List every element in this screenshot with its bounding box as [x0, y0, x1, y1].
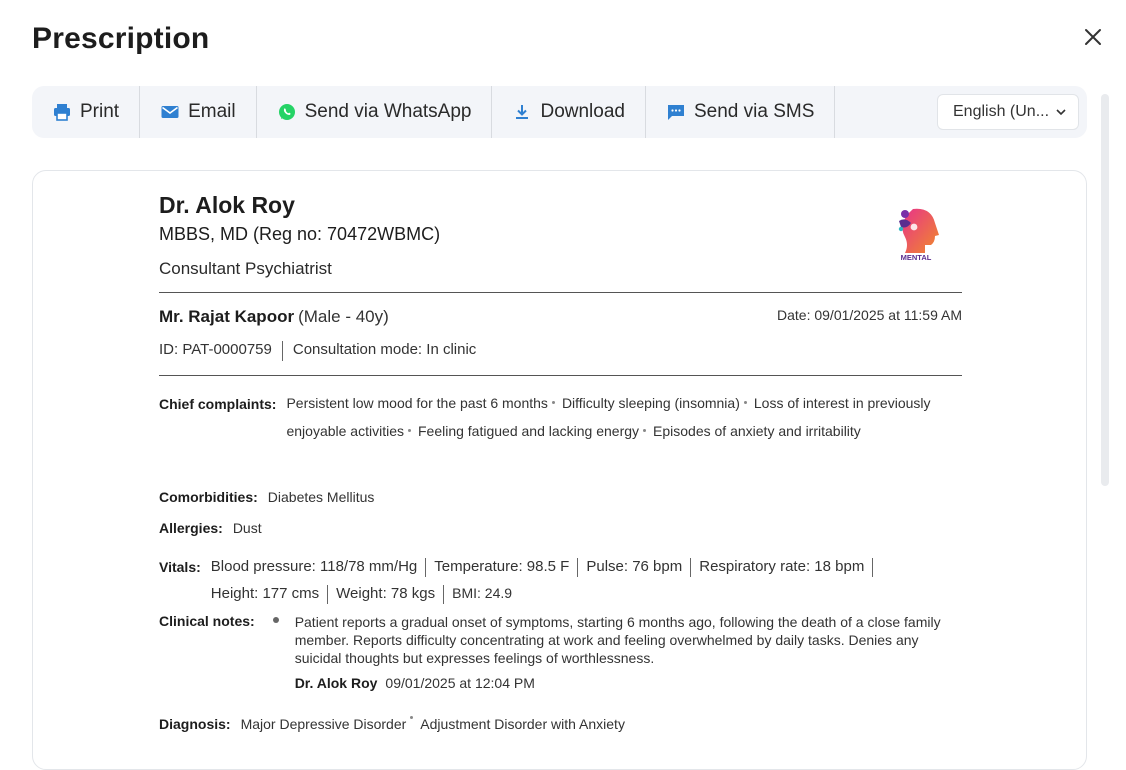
clinical-note-text: Patient reports a gradual onset of sympt… — [294, 614, 941, 666]
patient-ids: ID: PAT-0000759 Consultation mode: In cl… — [159, 341, 476, 361]
close-button[interactable] — [1080, 24, 1106, 50]
consultation-date: Date: 09/01/2025 at 11:59 AM — [777, 307, 962, 323]
comorbidities-row: Comorbidities: Diabetes Mellitus — [159, 489, 962, 505]
vitals-row: Vitals: Blood pressure: 118/78 mm/Hg Temp… — [159, 557, 962, 607]
diagnosis-item: Major Depressive Disorder — [240, 716, 407, 732]
whatsapp-icon — [277, 102, 297, 122]
prescription-card: Dr. Alok Roy MBBS, MD (Reg no: 70472WBMC… — [32, 170, 1087, 770]
comorbidities-value: Diabetes Mellitus — [267, 489, 375, 505]
patient-name-row: Mr. Rajat Kapoor (Male - 40y) — [159, 307, 389, 327]
mental-health-logo-icon: MENTAL — [898, 208, 939, 262]
complaint-item: Difficulty sleeping (insomnia) — [561, 395, 740, 411]
clinical-notes-label: Clinical notes: — [159, 613, 255, 629]
clinical-note: Patient reports a gradual onset of sympt… — [255, 613, 960, 691]
scrollbar[interactable] — [1101, 94, 1109, 486]
chief-complaints-label: Chief complaints: — [159, 396, 277, 412]
vitals-list: Blood pressure: 118/78 mm/Hg Temperature:… — [211, 553, 901, 607]
language-select[interactable]: English (Un... — [937, 94, 1079, 130]
clinic-logo: MENTAL — [891, 205, 941, 263]
vital-item: Temperature: 98.5 F — [434, 558, 570, 575]
whatsapp-label: Send via WhatsApp — [304, 101, 472, 122]
patient-name: Mr. Rajat Kapoor — [159, 307, 295, 326]
language-value: English (Un... — [953, 103, 1050, 120]
vital-item: Weight: 78 kgs — [336, 585, 436, 602]
vital-item: Respiratory rate: 18 bpm — [699, 558, 865, 575]
bullet-icon — [272, 617, 279, 623]
divider — [281, 341, 283, 361]
header-divider — [159, 292, 962, 293]
doctor-specialty: Consultant Psychiatrist — [159, 259, 332, 278]
chief-complaints-row: Chief complaints: Persistent low mood fo… — [159, 395, 962, 445]
patient-divider — [159, 375, 962, 376]
mail-icon — [160, 102, 180, 122]
doctor-qualification: MBBS, MD (Reg no: 70472WBMC) — [159, 224, 441, 244]
vital-item: Height: 177 cms — [210, 585, 320, 602]
sms-label: Send via SMS — [693, 101, 815, 122]
clinical-notes-row: Clinical notes: Patient reports a gradua… — [159, 613, 962, 691]
complaint-item: Episodes of anxiety and irritability — [653, 422, 861, 439]
sms-icon — [666, 102, 686, 122]
svg-text:MENTAL: MENTAL — [901, 253, 932, 262]
chief-complaints-list: Persistent low mood for the past 6 month… — [286, 390, 962, 445]
download-icon — [512, 102, 532, 122]
consultation-mode: Consultation mode: In clinic — [292, 341, 477, 358]
diagnosis-label: Diagnosis: — [159, 716, 231, 732]
vital-item: BMI: 24.9 — [452, 585, 513, 601]
vital-item: Blood pressure: 118/78 mm/Hg — [210, 558, 418, 575]
vital-item: Pulse: 76 bpm — [586, 558, 683, 575]
diagnosis-item: Adjustment Disorder with Anxiety — [420, 716, 625, 732]
email-label: Email — [188, 101, 236, 122]
whatsapp-button[interactable]: Send via WhatsApp — [257, 86, 493, 138]
complaint-item: Persistent low mood for the past 6 month… — [286, 395, 548, 411]
complaint-item: Feeling fatigued and lacking energy — [417, 422, 640, 439]
printer-icon — [52, 102, 72, 122]
sms-button[interactable]: Send via SMS — [646, 86, 836, 138]
download-label: Download — [540, 101, 625, 122]
clinical-note-author: Dr. Alok Roy 09/01/2025 at 12:04 PM — [295, 675, 960, 691]
share-toolbar: Print Email Send via WhatsApp Download S… — [32, 86, 1087, 138]
patient-id: ID: PAT-0000759 — [159, 341, 272, 358]
close-icon — [1085, 29, 1101, 45]
page-title: Prescription — [32, 22, 210, 55]
email-button[interactable]: Email — [140, 86, 257, 138]
patient-meta: (Male - 40y) — [298, 307, 389, 326]
comorbidities-label: Comorbidities: — [159, 489, 258, 505]
print-label: Print — [80, 101, 120, 122]
diagnosis-row: Diagnosis: Major Depressive Disorder Adju… — [159, 716, 962, 732]
doctor-name: Dr. Alok Roy — [159, 192, 295, 218]
note-timestamp: 09/01/2025 at 12:04 PM — [385, 675, 535, 691]
allergies-row: Allergies: Dust — [159, 520, 962, 536]
vitals-label: Vitals: — [159, 559, 201, 575]
allergies-label: Allergies: — [159, 520, 223, 536]
chevron-down-icon — [1056, 109, 1066, 116]
note-author-name: Dr. Alok Roy — [294, 675, 378, 691]
allergies-value: Dust — [232, 520, 262, 536]
print-button[interactable]: Print — [32, 86, 141, 138]
download-button[interactable]: Download — [492, 86, 646, 138]
